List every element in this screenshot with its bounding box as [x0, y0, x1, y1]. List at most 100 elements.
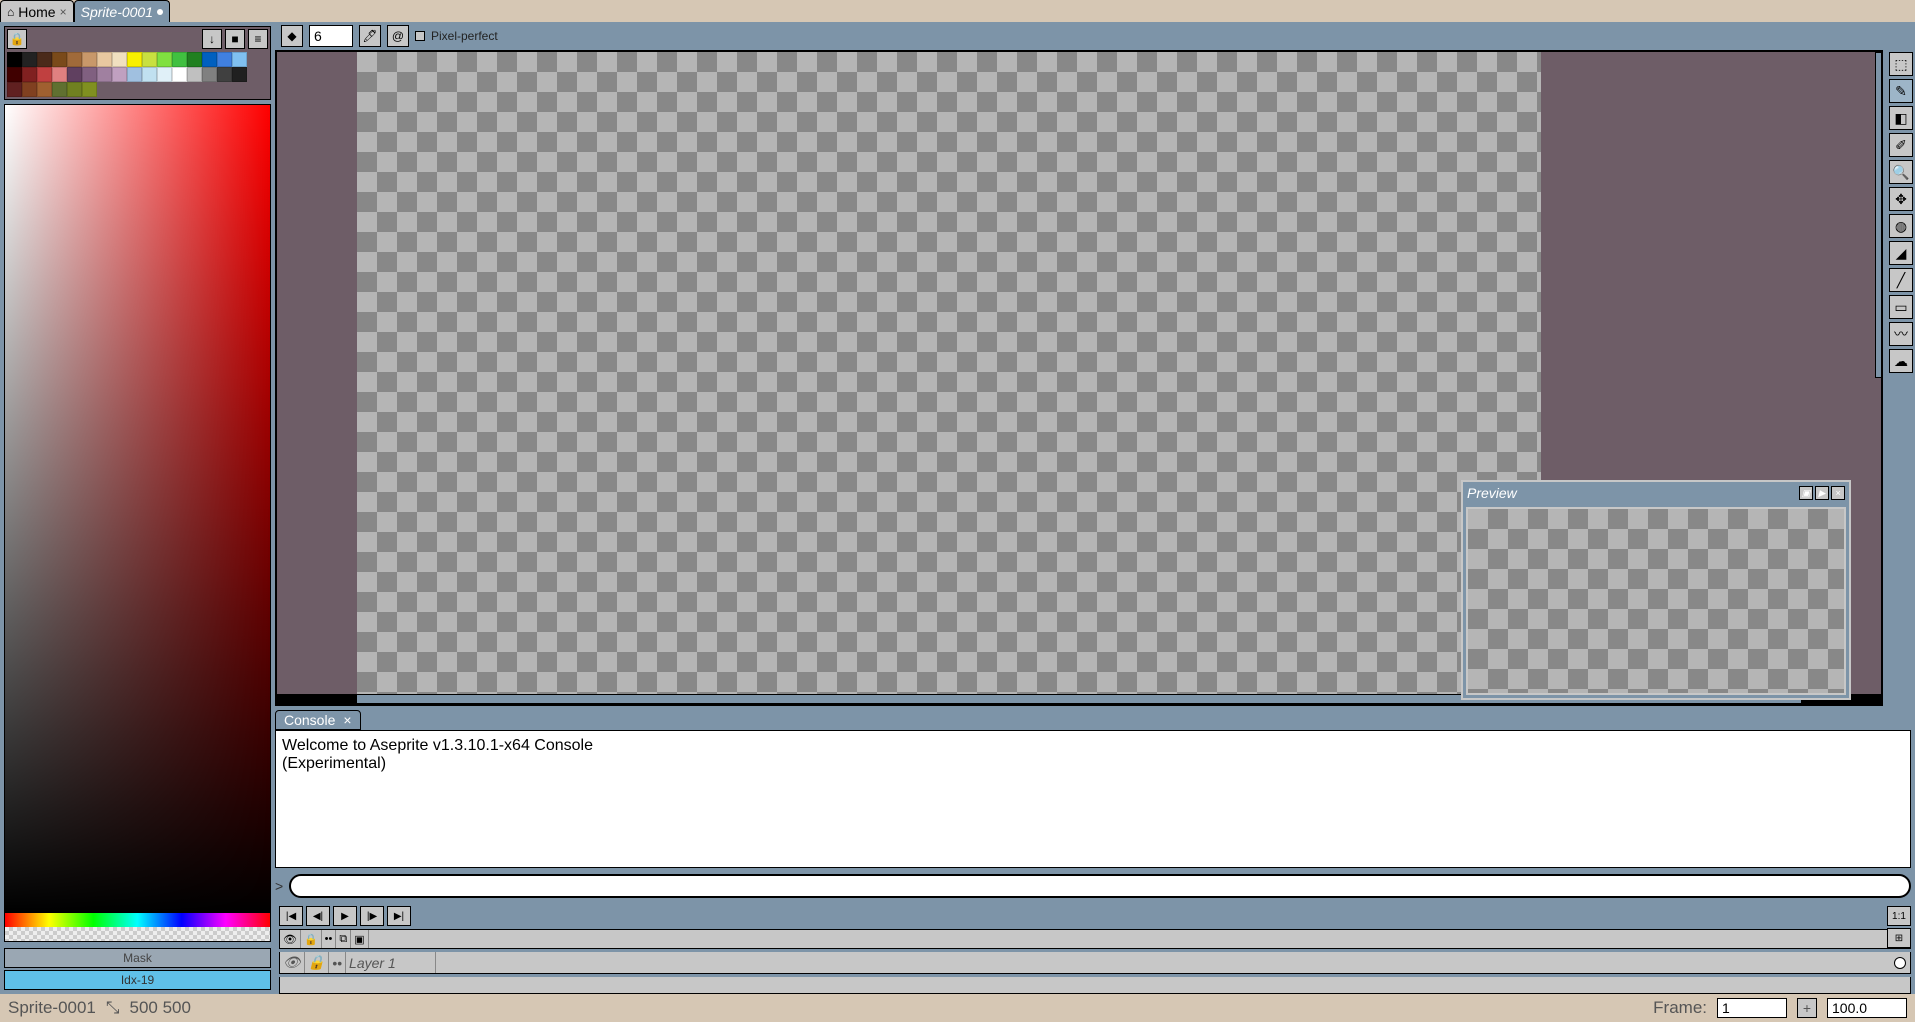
palette-swatch[interactable] — [7, 67, 22, 82]
palette-swatch[interactable] — [142, 67, 157, 82]
palette-swatch[interactable] — [22, 82, 37, 97]
next-frame-button[interactable]: |▶ — [360, 906, 384, 926]
bg-color-bar[interactable]: Idx-19 — [4, 970, 271, 990]
palette-swatch[interactable] — [37, 67, 52, 82]
cel[interactable] — [1890, 957, 1910, 969]
play-button[interactable]: ▶ — [333, 906, 357, 926]
palette-sort-button[interactable]: ↓ — [202, 29, 222, 49]
new-frame-button[interactable]: + — [1797, 998, 1817, 1018]
palette-swatch[interactable] — [157, 52, 172, 67]
marquee-tool[interactable]: ⬚ — [1889, 52, 1913, 76]
palette-swatch[interactable] — [232, 52, 247, 67]
palette-swatch[interactable] — [67, 82, 82, 97]
close-icon[interactable]: × — [343, 712, 351, 728]
frame-input[interactable] — [1717, 998, 1787, 1018]
timeline-options-button[interactable]: ⊞ — [1887, 928, 1911, 948]
tab-sprite[interactable]: Sprite-0001 — [74, 0, 170, 22]
tab-home[interactable]: ⌂ Home × — [0, 0, 74, 22]
layer-row[interactable]: 👁 🔒 •• Layer 1 — [279, 952, 1911, 974]
palette-swatch[interactable] — [217, 67, 232, 82]
link-header-icon[interactable]: ⧉ — [336, 930, 351, 948]
palette-swatch[interactable] — [202, 52, 217, 67]
preview-titlebar[interactable]: Preview ▣ ▶ × — [1463, 482, 1849, 504]
console-input[interactable] — [289, 874, 1911, 898]
dynamics-button[interactable]: @ — [387, 25, 409, 47]
palette-swatch[interactable] — [52, 82, 67, 97]
palette-swatch[interactable] — [172, 67, 187, 82]
preview-play-button[interactable]: ▶ — [1815, 486, 1829, 500]
zoom-input[interactable] — [1827, 998, 1907, 1018]
console-tab[interactable]: Console × — [275, 710, 361, 730]
palette-swatch[interactable] — [232, 67, 247, 82]
palette-swatch[interactable] — [22, 52, 37, 67]
palette-swatch[interactable] — [82, 52, 97, 67]
pixel-perfect-checkbox[interactable] — [415, 31, 425, 41]
canvas-area[interactable]: Preview ▣ ▶ × — [275, 50, 1883, 706]
palette-swatch[interactable] — [202, 67, 217, 82]
palette-swatch[interactable] — [187, 67, 202, 82]
sprite-canvas[interactable] — [357, 52, 1541, 694]
zoom-tool[interactable]: 🔍 — [1889, 160, 1913, 184]
eyedropper-tool[interactable]: ✐ — [1889, 133, 1913, 157]
palette-swatch[interactable] — [127, 67, 142, 82]
blur-tool[interactable]: ☁ — [1889, 349, 1913, 373]
move-tool[interactable]: ✥ — [1889, 187, 1913, 211]
canvas-vscrollbar[interactable] — [1875, 52, 1883, 378]
palette-swatch[interactable] — [172, 52, 187, 67]
saturation-value-area[interactable] — [5, 105, 270, 913]
first-frame-button[interactable]: |◀ — [279, 906, 303, 926]
palette-swatch[interactable] — [7, 52, 22, 67]
palette-menu-button[interactable]: 🔒 — [7, 29, 27, 49]
palette-swatch[interactable] — [37, 82, 52, 97]
palette-swatch[interactable] — [22, 67, 37, 82]
palette-swatch[interactable] — [52, 52, 67, 67]
palette-swatch[interactable] — [37, 52, 52, 67]
last-frame-button[interactable]: ▶| — [387, 906, 411, 926]
layer-continuous-toggle[interactable]: •• — [329, 952, 346, 973]
timeline-body[interactable] — [279, 977, 1911, 994]
pencil-tool[interactable]: ✎ — [1889, 79, 1913, 103]
palette-swatch[interactable] — [67, 67, 82, 82]
visibility-header-icon[interactable]: 👁 — [280, 930, 301, 948]
lock-header-icon[interactable]: 🔒 — [301, 930, 322, 948]
palette-swatch[interactable] — [112, 52, 127, 67]
alpha-slider[interactable] — [5, 927, 270, 941]
palette-swatch[interactable] — [52, 67, 67, 82]
brush-type-button[interactable]: ◆ — [281, 25, 303, 47]
fg-color-bar[interactable]: Mask — [4, 948, 271, 968]
rectangle-tool[interactable]: ▭ — [1889, 295, 1913, 319]
contour-tool[interactable]: 〰 — [1889, 322, 1913, 346]
hue-slider[interactable] — [5, 913, 270, 927]
palette-swatch[interactable] — [127, 52, 142, 67]
line-tool[interactable]: ╱ — [1889, 268, 1913, 292]
layer-visibility-toggle[interactable]: 👁 — [280, 952, 305, 973]
palette-swatch[interactable] — [142, 52, 157, 67]
zindex-header-icon[interactable]: ▣ — [351, 930, 368, 948]
close-icon[interactable]: × — [60, 5, 67, 19]
palette-swatch[interactable] — [7, 82, 22, 97]
palette-swatch[interactable] — [82, 67, 97, 82]
palette-presets-button[interactable]: ■ — [225, 29, 245, 49]
brush-size-input[interactable] — [309, 25, 353, 47]
preview-canvas[interactable] — [1466, 507, 1846, 695]
preview-center-button[interactable]: ▣ — [1799, 486, 1813, 500]
palette-swatch[interactable] — [112, 67, 127, 82]
prev-frame-button[interactable]: ◀| — [306, 906, 330, 926]
palette-swatch[interactable] — [67, 52, 82, 67]
palette-swatch[interactable] — [157, 67, 172, 82]
paint-bucket-tool[interactable]: ◍ — [1889, 214, 1913, 238]
palette-swatch[interactable] — [187, 52, 202, 67]
layer-name[interactable]: Layer 1 — [346, 952, 436, 973]
palette-swatch[interactable] — [97, 52, 112, 67]
continuous-header-icon[interactable]: •• — [322, 930, 337, 948]
timeline-fit-button[interactable]: 1:1 — [1887, 906, 1911, 926]
preview-close-button[interactable]: × — [1831, 486, 1845, 500]
gradient-tool[interactable]: ◢ — [1889, 241, 1913, 265]
palette-swatch[interactable] — [217, 52, 232, 67]
ink-type-button[interactable]: 🖊 — [359, 25, 381, 47]
palette-options-button[interactable]: ≡ — [248, 29, 268, 49]
palette-swatch[interactable] — [82, 82, 97, 97]
palette-swatch[interactable] — [97, 67, 112, 82]
eraser-tool[interactable]: ◧ — [1889, 106, 1913, 130]
preview-window[interactable]: Preview ▣ ▶ × — [1461, 480, 1851, 700]
